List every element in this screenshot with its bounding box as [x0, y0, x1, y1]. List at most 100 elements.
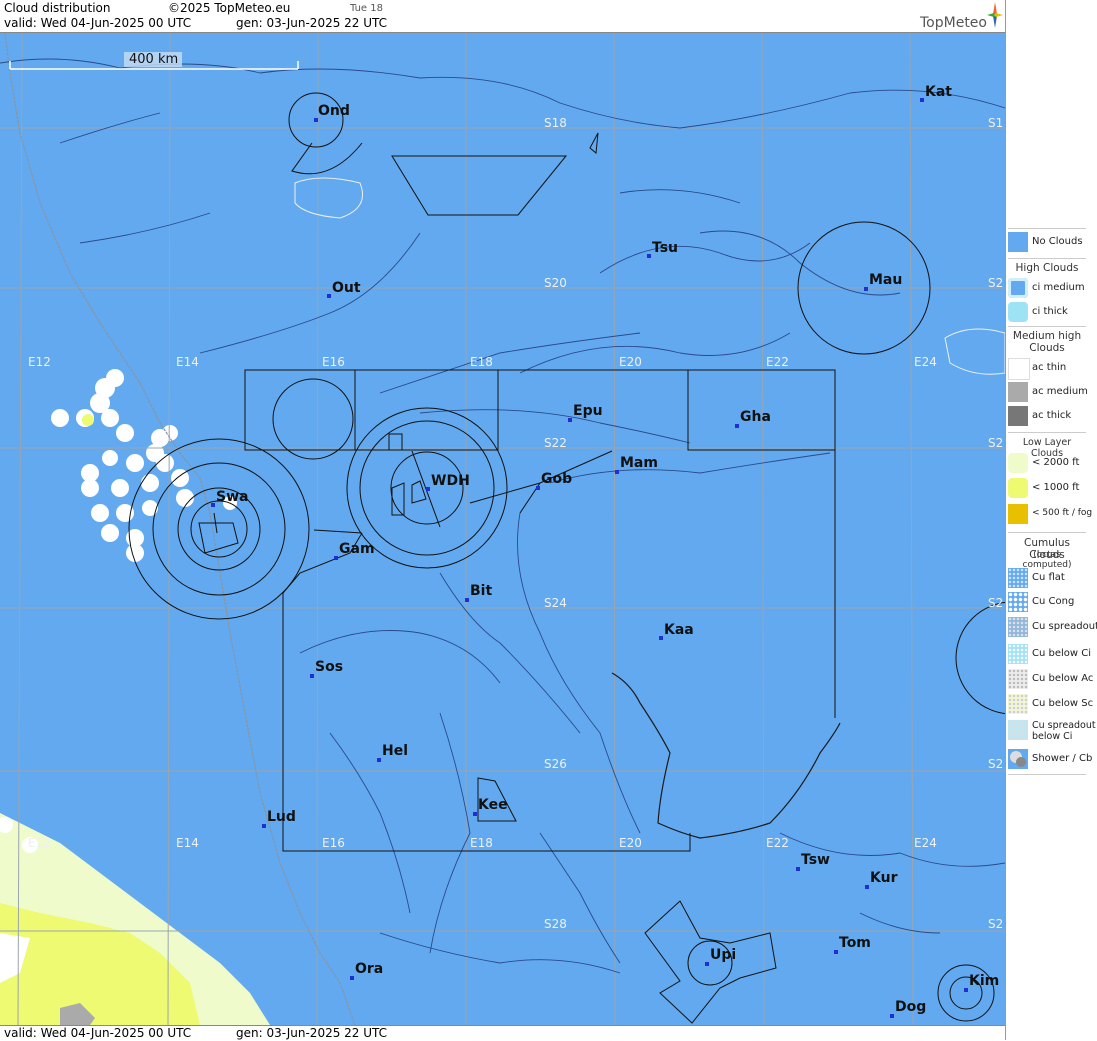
city-marker: [964, 988, 968, 992]
swatch-ci-thick: [1008, 302, 1028, 322]
legend-divider: [1008, 432, 1086, 433]
city-label[interactable]: Swa: [216, 489, 248, 505]
city-marker: [705, 962, 709, 966]
city-marker: [568, 418, 572, 422]
city-label[interactable]: Out: [332, 280, 361, 296]
city-marker: [865, 885, 869, 889]
city-marker: [659, 636, 663, 640]
lat-label: S26: [544, 757, 567, 771]
lon-label: E22: [766, 836, 789, 850]
swatch-ac-thin: [1008, 358, 1030, 380]
city-label[interactable]: Tsu: [652, 240, 678, 256]
swatch-ci-medium: [1008, 278, 1028, 298]
legend-no-clouds: No Clouds: [1008, 232, 1088, 254]
city-label[interactable]: Kaa: [664, 622, 694, 638]
legend-section-title: Medium high: [1012, 330, 1082, 342]
swatch-shower: [1008, 749, 1028, 769]
map-svg: [0, 33, 1005, 1025]
city-marker: [310, 674, 314, 678]
city-label[interactable]: Tsw: [801, 852, 830, 868]
city-marker: [735, 424, 739, 428]
city-label[interactable]: Sos: [315, 659, 343, 675]
city-label[interactable]: Gha: [740, 409, 771, 425]
legend-label: Cu below Ci: [1032, 648, 1092, 659]
city-label[interactable]: Hel: [382, 743, 408, 759]
city-label[interactable]: Epu: [573, 403, 603, 419]
city-label[interactable]: WDH: [431, 473, 470, 489]
swatch-cu-below-ci: [1008, 644, 1028, 664]
map-area[interactable]: 400 km S18 S20 S22 S24 S26 S28 E12 E14 E…: [0, 33, 1005, 1025]
lon-label: E20: [619, 836, 642, 850]
lat-label: S22: [544, 436, 567, 450]
city-label[interactable]: Ond: [318, 103, 350, 119]
city-marker: [796, 867, 800, 871]
legend-divider: [1008, 228, 1086, 229]
lon-label: E22: [766, 355, 789, 369]
city-label[interactable]: Mau: [869, 272, 902, 288]
lat-label: S28: [544, 917, 567, 931]
city-marker: [426, 487, 430, 491]
city-marker: [465, 598, 469, 602]
lon-label: E20: [619, 355, 642, 369]
city-marker: [327, 294, 331, 298]
lat-edge-label: S2: [988, 917, 1004, 931]
scale-label: 400 km: [129, 52, 179, 67]
river-orange: [611, 672, 841, 839]
legend-low-2000: < 2000 ft: [1008, 453, 1088, 475]
swatch-ac-medium: [1008, 382, 1028, 402]
lat-edge-label: S2: [988, 276, 1004, 290]
city-label[interactable]: Lud: [267, 809, 296, 825]
legend-label: ac medium: [1032, 386, 1088, 397]
legend-label: < 500 ft / fog: [1032, 508, 1093, 518]
lon-label: E14: [176, 836, 199, 850]
footer-valid: valid: Wed 04-Jun-2025 00 UTC: [4, 1026, 192, 1040]
city-label[interactable]: Kat: [925, 84, 952, 100]
city-marker: [864, 287, 868, 291]
city-label[interactable]: Gob: [541, 471, 572, 487]
swatch-ac-thick: [1008, 406, 1028, 426]
lat-edge-label: S2: [988, 596, 1004, 610]
city-label[interactable]: Bit: [470, 583, 492, 599]
swatch-cu-spreadout-below-ci: [1008, 720, 1028, 740]
city-label[interactable]: Ora: [355, 961, 383, 977]
city-label[interactable]: Tom: [839, 935, 871, 951]
lat-edge-label: S1: [988, 116, 1004, 130]
legend-cu-cong: Cu Cong: [1008, 592, 1088, 614]
lon-label: E18: [470, 355, 493, 369]
header-bar: Cloud distribution ©2025 TopMeteo.eu Tue…: [0, 0, 1005, 33]
city-label[interactable]: Mam: [620, 455, 658, 471]
legend-label: Cu below Ac: [1032, 673, 1094, 684]
legend-cu-below-ac: Cu below Ac: [1008, 669, 1093, 691]
footer-bar: valid: Wed 04-Jun-2025 00 UTC gen: 03-Ju…: [0, 1025, 1005, 1041]
legend-label: Cu spreadout: [1032, 621, 1097, 632]
legend-label: < 2000 ft: [1032, 457, 1080, 468]
city-marker: [473, 812, 477, 816]
legend-divider: [1008, 532, 1086, 533]
city-marker: [211, 503, 215, 507]
legend-label: < 1000 ft: [1032, 482, 1080, 493]
swatch-low-1000: [1008, 478, 1028, 498]
swatch-cu-below-sc: [1008, 694, 1028, 714]
legend-ac-thin: ac thin: [1008, 358, 1088, 380]
city-label[interactable]: Kee: [478, 797, 508, 813]
city-marker: [334, 556, 338, 560]
city-label[interactable]: Kur: [870, 870, 897, 886]
city-marker: [615, 470, 619, 474]
city-label[interactable]: Gam: [339, 541, 375, 557]
swatch-low-2000: [1008, 453, 1028, 473]
legend-ac-medium: ac medium: [1008, 382, 1088, 404]
product-title: Cloud distribution: [4, 1, 111, 15]
city-label[interactable]: Dog: [895, 999, 926, 1015]
lon-label: E12: [28, 355, 51, 369]
swatch-cu-cong: [1008, 592, 1028, 612]
lon-label: E16: [322, 355, 345, 369]
lat-label: S18: [544, 116, 567, 130]
city-label[interactable]: Upi: [710, 947, 736, 963]
legend-ci-medium: ci medium: [1008, 278, 1088, 300]
city-label[interactable]: Kim: [969, 973, 999, 989]
lon-label: E16: [322, 836, 345, 850]
legend-label: ac thin: [1032, 362, 1067, 373]
legend-low-1000: < 1000 ft: [1008, 478, 1088, 500]
city-marker: [890, 1014, 894, 1018]
city-marker: [536, 486, 540, 490]
